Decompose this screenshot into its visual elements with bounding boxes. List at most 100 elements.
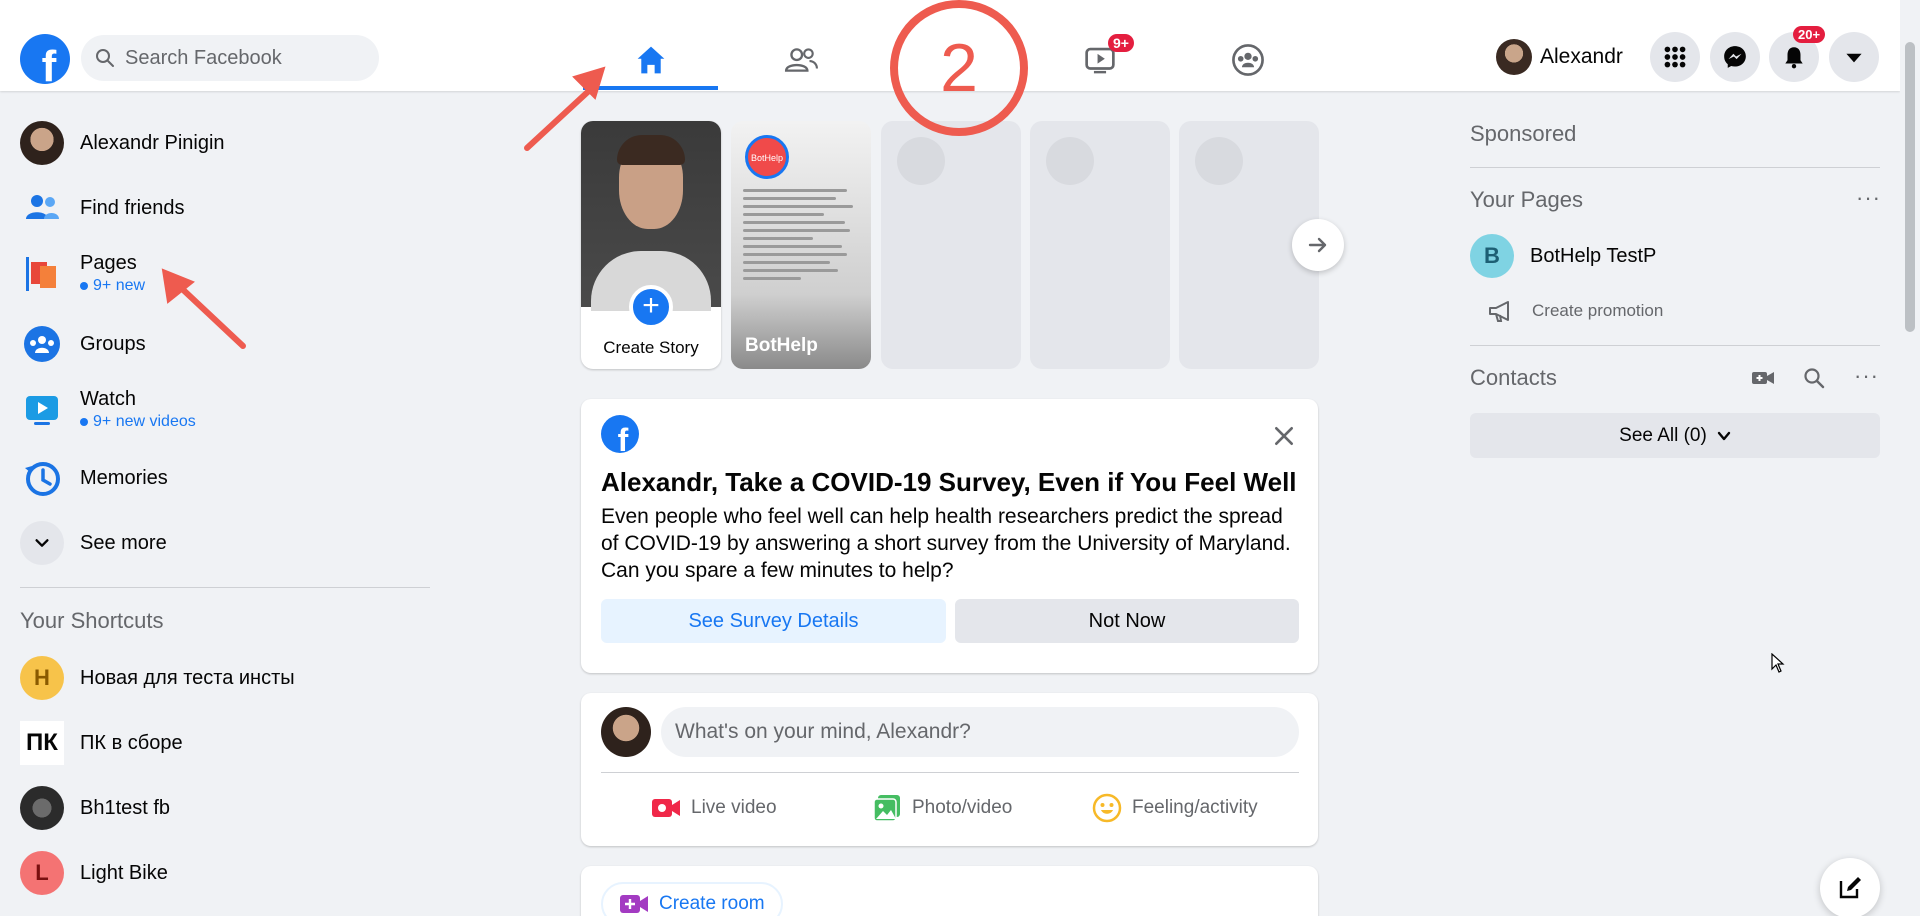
close-icon xyxy=(1274,426,1294,446)
chevron-down-icon xyxy=(1717,431,1731,440)
avatar xyxy=(20,121,64,165)
page-avatar: B xyxy=(1470,234,1514,278)
shortcut-avatar: Н xyxy=(20,656,64,700)
tab-friends[interactable] xyxy=(733,30,868,90)
shortcuts-title: Your Shortcuts xyxy=(20,608,164,633)
divider xyxy=(601,772,1299,773)
photo-video-button[interactable]: Photo/video xyxy=(872,788,1012,828)
create-story-label: Create Story xyxy=(603,338,699,357)
create-room-label: Create room xyxy=(659,893,765,914)
search-input[interactable] xyxy=(125,46,365,70)
notifications-button[interactable]: 20+ xyxy=(1769,26,1826,82)
story-placeholder xyxy=(1030,121,1170,369)
sidebar-item-groups[interactable]: Groups xyxy=(20,319,146,369)
story-card-bothelp[interactable]: BotHelp BotHelp xyxy=(731,121,871,369)
grid-menu-icon xyxy=(1664,46,1686,68)
annotation-arrow-pages xyxy=(175,282,246,349)
feeling-activity-button[interactable]: Feeling/activity xyxy=(1092,788,1258,828)
facebook-logo-icon[interactable]: f xyxy=(20,34,70,84)
create-story-card[interactable]: + Create Story xyxy=(581,121,721,369)
post-composer: What's on your mind, Alexandr? Live vide… xyxy=(581,693,1318,846)
sponsored-title: Sponsored xyxy=(1470,121,1577,146)
scrollbar[interactable] xyxy=(1900,0,1920,916)
shortcut-label: Light Bike xyxy=(80,861,168,884)
create-room-button[interactable]: Create room xyxy=(601,882,783,916)
groups-icon xyxy=(20,322,64,366)
live-video-button[interactable]: Live video xyxy=(651,788,777,828)
tab-groups[interactable] xyxy=(1180,30,1315,90)
live-video-icon xyxy=(652,799,680,817)
sidebar-item-see-more[interactable]: See more xyxy=(20,518,167,568)
friends-icon xyxy=(20,186,64,230)
add-story-icon[interactable]: + xyxy=(629,285,673,329)
create-promotion-link[interactable]: Create promotion xyxy=(1488,300,1663,322)
scrollbar-thumb[interactable] xyxy=(1905,42,1915,332)
search-icon xyxy=(96,49,114,67)
sidebar-item-label: Pages xyxy=(80,251,137,274)
shortcut-item[interactable]: Н Новая для теста инсты xyxy=(20,653,295,703)
shortcut-item[interactable]: Bh1test fb xyxy=(20,783,170,833)
sidebar-item-pages[interactable]: Pages 9+ new xyxy=(20,248,145,298)
story-owner-name: BotHelp xyxy=(745,335,818,356)
friends-icon xyxy=(784,48,818,72)
new-message-button[interactable] xyxy=(1820,858,1880,916)
covid-survey-card: f Alexandr, Take a COVID-19 Survey, Even… xyxy=(581,399,1318,673)
pages-flag-icon xyxy=(20,251,64,295)
search-contacts-button[interactable] xyxy=(1802,366,1826,390)
close-button[interactable] xyxy=(1269,421,1299,451)
sidebar-item-memories[interactable]: Memories xyxy=(20,453,168,503)
messenger-icon xyxy=(1724,46,1746,68)
annotation-arrowhead-pages xyxy=(161,268,195,304)
post-input[interactable]: What's on your mind, Alexandr? xyxy=(661,707,1299,757)
bothelp-avatar: BotHelp xyxy=(745,135,789,179)
tab-home[interactable] xyxy=(583,30,718,90)
tab-watch[interactable]: 9+ xyxy=(1032,30,1167,90)
survey-title: Alexandr, Take a COVID-19 Survey, Even i… xyxy=(601,467,1297,497)
avatar xyxy=(601,707,651,757)
sidebar-item-sub: 9+ new videos xyxy=(80,413,196,431)
divider xyxy=(20,587,430,588)
shortcut-avatar: L xyxy=(20,851,64,895)
contacts-title: Contacts xyxy=(1470,365,1557,390)
sidebar-item-text: Watch 9+ new videos xyxy=(64,388,196,431)
more-options-icon[interactable]: ··· xyxy=(1854,363,1879,389)
profile-button[interactable]: Alexandr xyxy=(1496,36,1623,78)
shortcut-label: ПК в сборе xyxy=(80,731,183,754)
step-number: 2 xyxy=(940,30,978,106)
photo-icon xyxy=(873,795,900,822)
watch-icon xyxy=(20,387,64,431)
action-label: Live video xyxy=(691,797,777,818)
more-options-icon[interactable]: ··· xyxy=(1856,185,1881,211)
caret-down-icon xyxy=(1846,53,1862,63)
shortcut-item[interactable]: L Light Bike xyxy=(20,848,168,898)
stories-next-button[interactable] xyxy=(1292,219,1344,271)
sidebar-item-sub: 9+ new xyxy=(80,277,145,295)
divider xyxy=(1470,345,1880,346)
see-all-label: See All (0) xyxy=(1619,424,1707,446)
see-all-contacts-button[interactable]: See All (0) xyxy=(1470,413,1880,458)
sidebar-item-watch[interactable]: Watch 9+ new videos xyxy=(20,384,196,434)
sidebar-item-profile[interactable]: Alexandr Pinigin xyxy=(20,118,225,168)
page-item[interactable]: B BotHelp TestP xyxy=(1470,234,1656,278)
menu-button[interactable] xyxy=(1650,32,1700,82)
sidebar-item-find-friends[interactable]: Find friends xyxy=(20,183,185,233)
smiley-icon xyxy=(1092,793,1122,823)
shortcut-avatar xyxy=(20,786,64,830)
account-button[interactable] xyxy=(1829,32,1879,82)
new-room-button[interactable] xyxy=(1751,366,1775,390)
story-preview xyxy=(743,189,859,285)
see-survey-details-button[interactable]: See Survey Details xyxy=(601,599,946,643)
create-promotion-label: Create promotion xyxy=(1532,301,1664,320)
not-now-button[interactable]: Not Now xyxy=(955,599,1299,643)
avatar xyxy=(1496,39,1532,75)
action-label: Feeling/activity xyxy=(1132,797,1258,818)
notifications-badge: 20+ xyxy=(1793,26,1826,43)
groups-icon xyxy=(1231,44,1264,76)
story-placeholder xyxy=(881,121,1021,369)
profile-name: Alexandr xyxy=(1540,45,1623,68)
messenger-button[interactable] xyxy=(1710,32,1760,82)
home-icon xyxy=(637,46,664,74)
shortcut-item[interactable]: ПК ПК в сборе xyxy=(20,718,183,768)
search-box[interactable] xyxy=(81,35,379,81)
sidebar-item-label: Alexandr Pinigin xyxy=(80,131,225,154)
